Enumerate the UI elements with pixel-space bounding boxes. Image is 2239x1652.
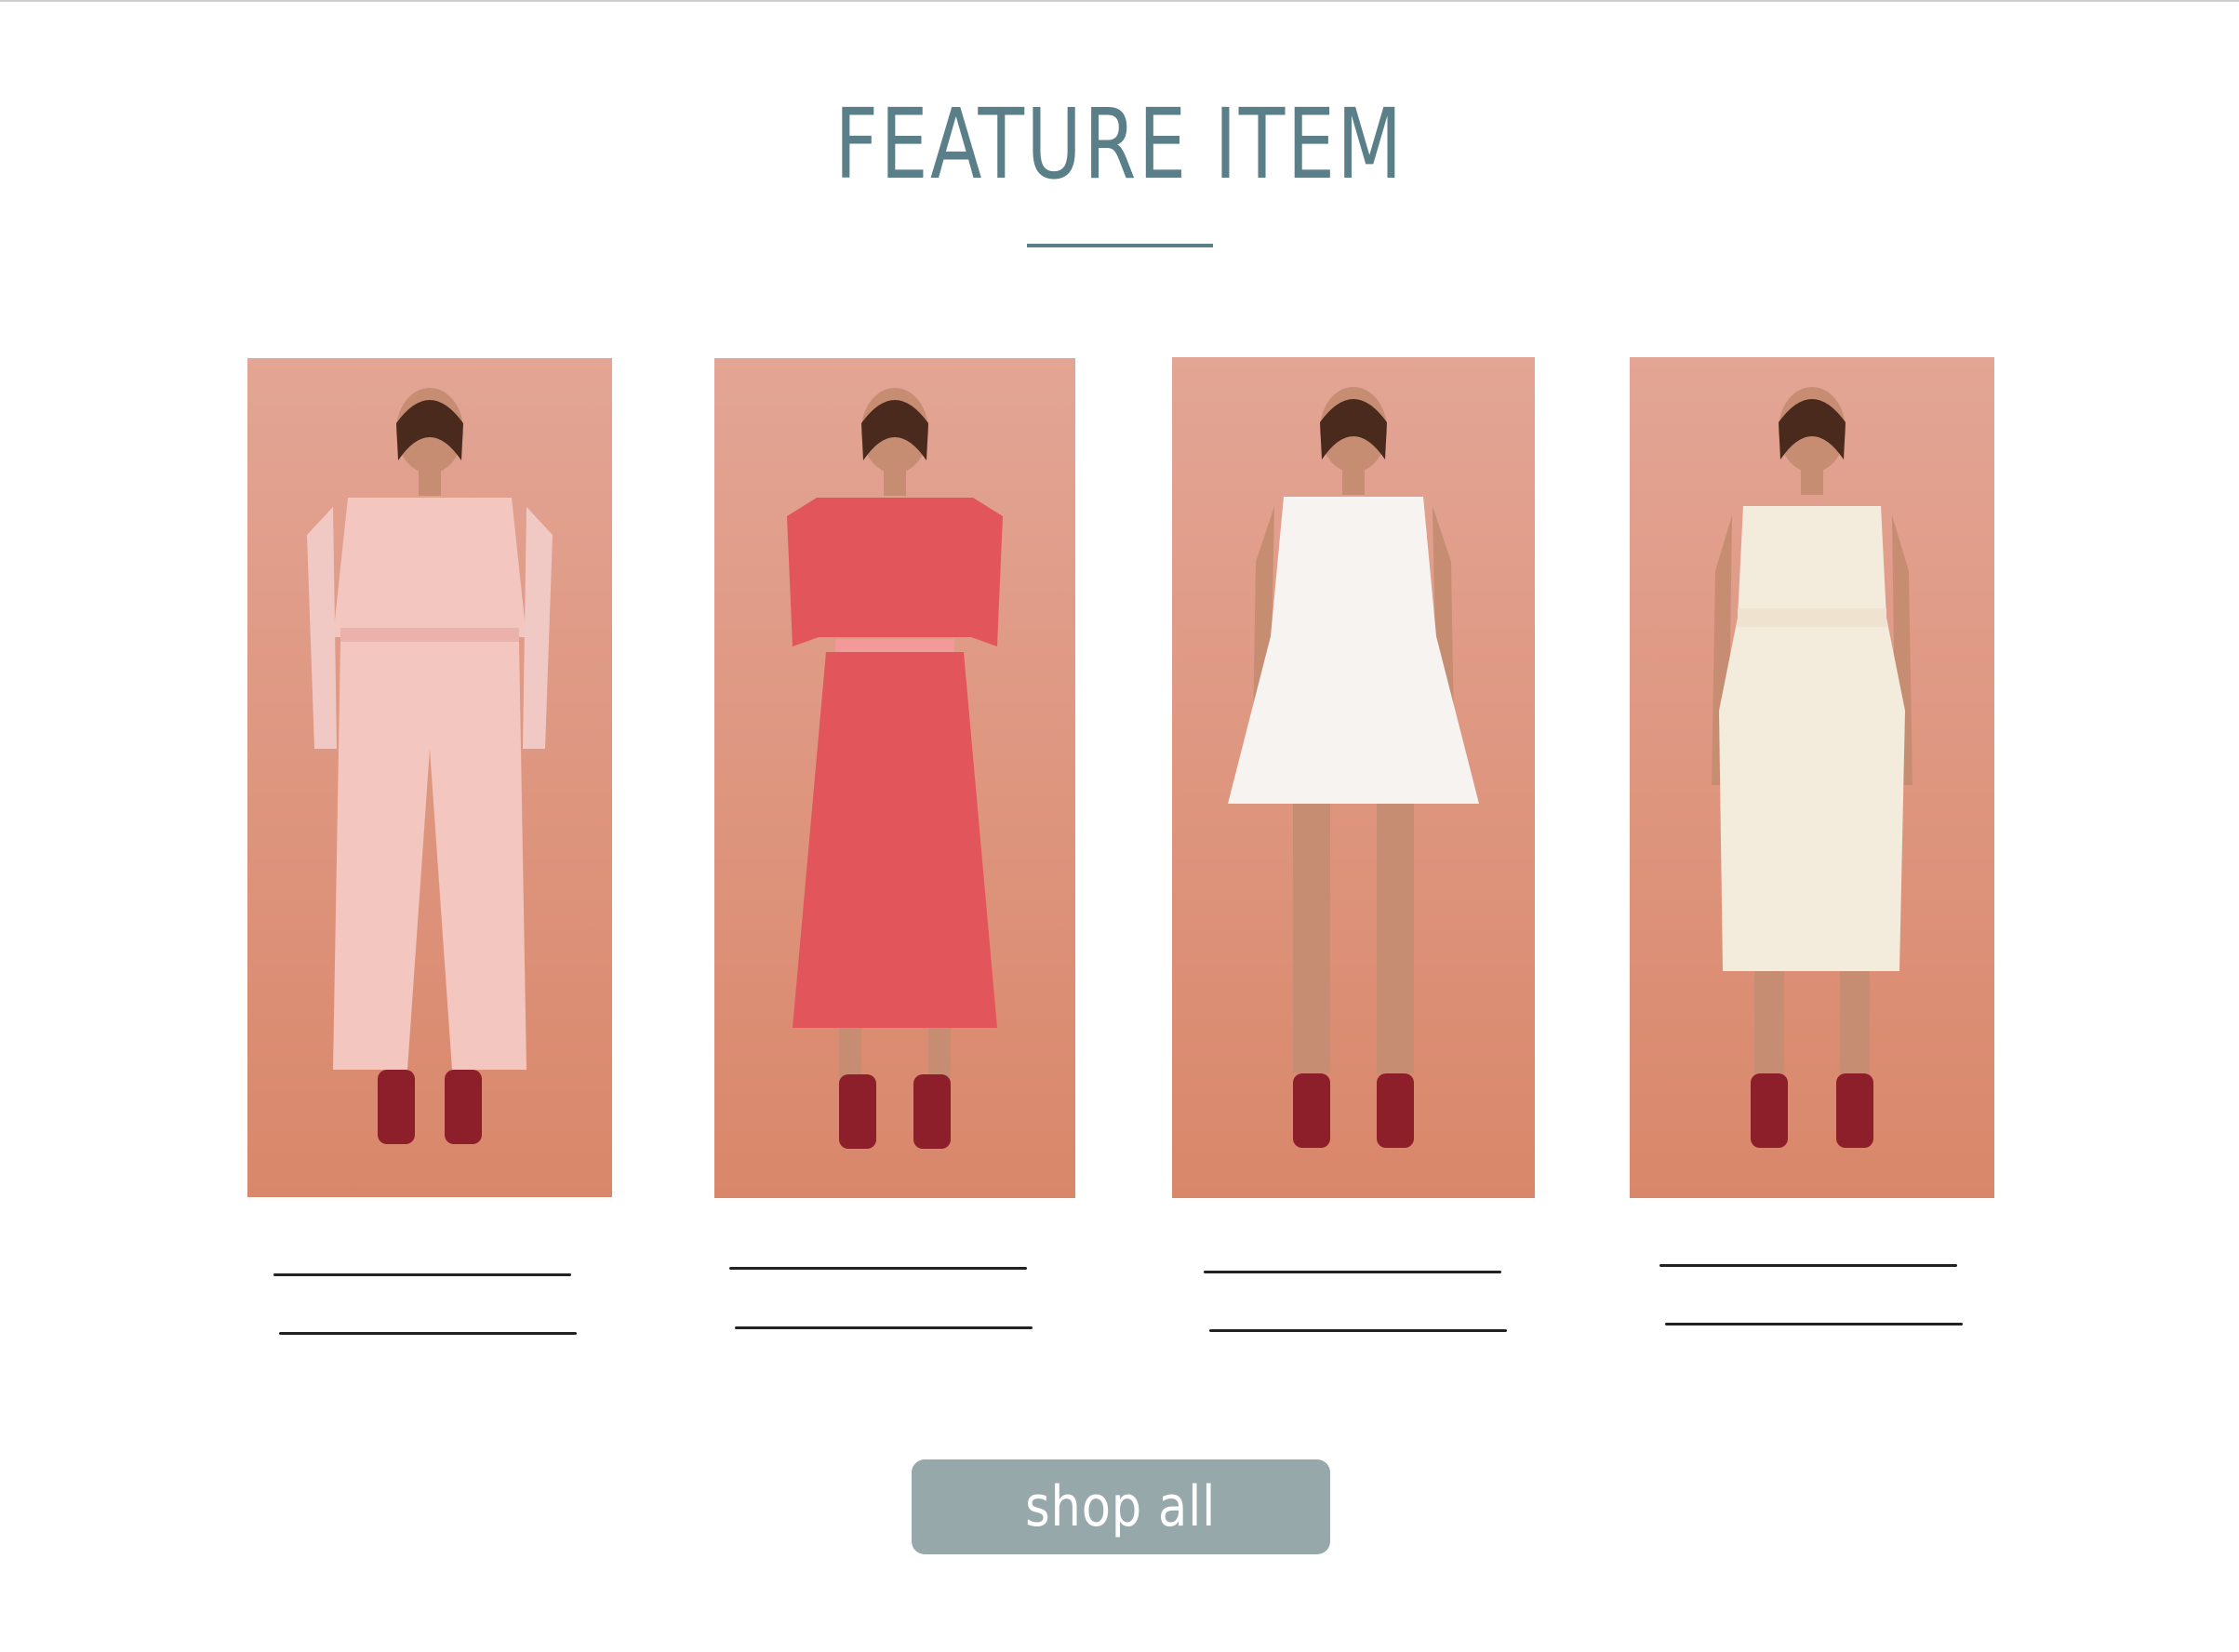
shop-all-label: shop all xyxy=(1025,1474,1217,1539)
product-image-1[interactable] xyxy=(247,358,612,1197)
product-name-placeholder-2 xyxy=(729,1267,1027,1270)
title-underline xyxy=(1027,244,1213,247)
product-name-placeholder-1 xyxy=(273,1273,571,1276)
product-name-placeholder-3 xyxy=(1204,1271,1501,1273)
section-title: FEATURE ITEM xyxy=(834,87,1405,201)
product-image-4[interactable] xyxy=(1630,357,1994,1198)
top-divider xyxy=(0,0,2239,2)
product-price-placeholder-2 xyxy=(735,1326,1033,1329)
product-price-placeholder-4 xyxy=(1665,1323,1963,1326)
product-price-placeholder-1 xyxy=(279,1332,577,1335)
product-name-placeholder-4 xyxy=(1659,1264,1957,1267)
product-image-2[interactable] xyxy=(714,358,1075,1198)
shop-all-button[interactable]: shop all xyxy=(912,1459,1330,1554)
product-price-placeholder-3 xyxy=(1209,1329,1507,1332)
product-image-3[interactable] xyxy=(1172,357,1535,1198)
